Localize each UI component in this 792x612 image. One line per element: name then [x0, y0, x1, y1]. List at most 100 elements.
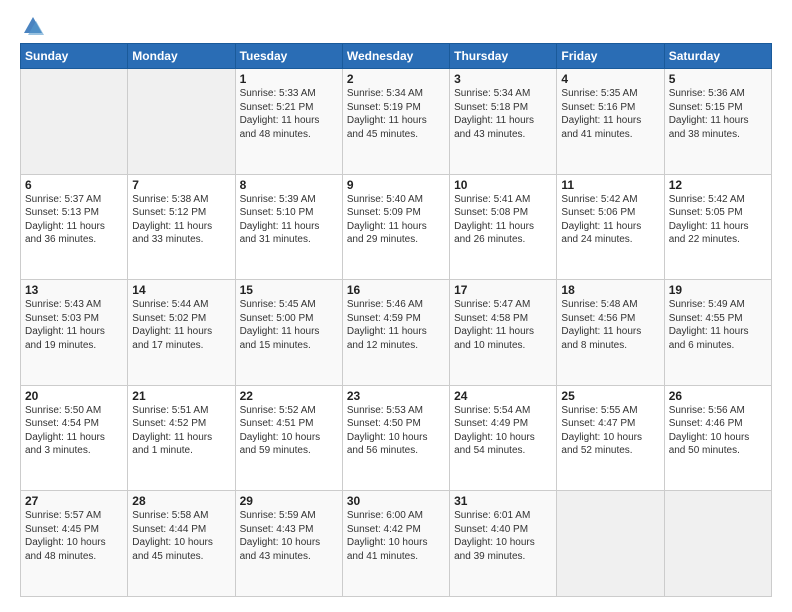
day-content: Sunrise: 5:42 AM Sunset: 5:05 PM Dayligh… [669, 193, 767, 247]
day-content: Sunrise: 5:58 AM Sunset: 4:44 PM Dayligh… [132, 509, 230, 563]
day-number: 10 [454, 178, 552, 192]
day-content: Sunrise: 5:57 AM Sunset: 4:45 PM Dayligh… [25, 509, 123, 563]
day-content: Sunrise: 5:41 AM Sunset: 5:08 PM Dayligh… [454, 193, 552, 247]
calendar-header-row: SundayMondayTuesdayWednesdayThursdayFrid… [21, 44, 772, 69]
calendar-cell [664, 491, 771, 597]
day-number: 27 [25, 494, 123, 508]
calendar-cell: 8Sunrise: 5:39 AM Sunset: 5:10 PM Daylig… [235, 174, 342, 280]
day-content: Sunrise: 5:43 AM Sunset: 5:03 PM Dayligh… [25, 298, 123, 352]
calendar-cell: 22Sunrise: 5:52 AM Sunset: 4:51 PM Dayli… [235, 385, 342, 491]
day-content: Sunrise: 5:36 AM Sunset: 5:15 PM Dayligh… [669, 87, 767, 141]
calendar-cell: 18Sunrise: 5:48 AM Sunset: 4:56 PM Dayli… [557, 280, 664, 386]
day-content: Sunrise: 5:59 AM Sunset: 4:43 PM Dayligh… [240, 509, 338, 563]
week-row-2: 6Sunrise: 5:37 AM Sunset: 5:13 PM Daylig… [21, 174, 772, 280]
day-content: Sunrise: 5:35 AM Sunset: 5:16 PM Dayligh… [561, 87, 659, 141]
day-number: 3 [454, 72, 552, 86]
day-content: Sunrise: 5:56 AM Sunset: 4:46 PM Dayligh… [669, 404, 767, 458]
day-number: 17 [454, 283, 552, 297]
day-number: 16 [347, 283, 445, 297]
header [20, 15, 772, 33]
day-number: 13 [25, 283, 123, 297]
calendar-cell: 14Sunrise: 5:44 AM Sunset: 5:02 PM Dayli… [128, 280, 235, 386]
day-number: 8 [240, 178, 338, 192]
calendar-cell [21, 69, 128, 175]
day-content: Sunrise: 6:00 AM Sunset: 4:42 PM Dayligh… [347, 509, 445, 563]
calendar-cell: 3Sunrise: 5:34 AM Sunset: 5:18 PM Daylig… [450, 69, 557, 175]
day-content: Sunrise: 5:39 AM Sunset: 5:10 PM Dayligh… [240, 193, 338, 247]
day-number: 20 [25, 389, 123, 403]
day-number: 15 [240, 283, 338, 297]
calendar-cell: 20Sunrise: 5:50 AM Sunset: 4:54 PM Dayli… [21, 385, 128, 491]
week-row-4: 20Sunrise: 5:50 AM Sunset: 4:54 PM Dayli… [21, 385, 772, 491]
calendar-cell: 29Sunrise: 5:59 AM Sunset: 4:43 PM Dayli… [235, 491, 342, 597]
day-number: 19 [669, 283, 767, 297]
day-content: Sunrise: 5:37 AM Sunset: 5:13 PM Dayligh… [25, 193, 123, 247]
calendar-cell: 2Sunrise: 5:34 AM Sunset: 5:19 PM Daylig… [342, 69, 449, 175]
day-content: Sunrise: 5:54 AM Sunset: 4:49 PM Dayligh… [454, 404, 552, 458]
day-number: 26 [669, 389, 767, 403]
calendar-cell [128, 69, 235, 175]
day-content: Sunrise: 5:46 AM Sunset: 4:59 PM Dayligh… [347, 298, 445, 352]
day-number: 7 [132, 178, 230, 192]
calendar-cell: 16Sunrise: 5:46 AM Sunset: 4:59 PM Dayli… [342, 280, 449, 386]
day-number: 14 [132, 283, 230, 297]
calendar-cell: 26Sunrise: 5:56 AM Sunset: 4:46 PM Dayli… [664, 385, 771, 491]
day-content: Sunrise: 5:51 AM Sunset: 4:52 PM Dayligh… [132, 404, 230, 458]
day-number: 2 [347, 72, 445, 86]
day-number: 23 [347, 389, 445, 403]
day-number: 5 [669, 72, 767, 86]
day-header-friday: Friday [557, 44, 664, 69]
day-number: 30 [347, 494, 445, 508]
day-content: Sunrise: 5:38 AM Sunset: 5:12 PM Dayligh… [132, 193, 230, 247]
day-header-monday: Monday [128, 44, 235, 69]
calendar-cell: 13Sunrise: 5:43 AM Sunset: 5:03 PM Dayli… [21, 280, 128, 386]
calendar-cell: 10Sunrise: 5:41 AM Sunset: 5:08 PM Dayli… [450, 174, 557, 280]
day-number: 31 [454, 494, 552, 508]
calendar-cell: 28Sunrise: 5:58 AM Sunset: 4:44 PM Dayli… [128, 491, 235, 597]
day-content: Sunrise: 5:42 AM Sunset: 5:06 PM Dayligh… [561, 193, 659, 247]
day-content: Sunrise: 5:50 AM Sunset: 4:54 PM Dayligh… [25, 404, 123, 458]
day-number: 6 [25, 178, 123, 192]
day-number: 1 [240, 72, 338, 86]
calendar-cell: 25Sunrise: 5:55 AM Sunset: 4:47 PM Dayli… [557, 385, 664, 491]
week-row-1: 1Sunrise: 5:33 AM Sunset: 5:21 PM Daylig… [21, 69, 772, 175]
calendar-cell: 7Sunrise: 5:38 AM Sunset: 5:12 PM Daylig… [128, 174, 235, 280]
week-row-5: 27Sunrise: 5:57 AM Sunset: 4:45 PM Dayli… [21, 491, 772, 597]
calendar-cell: 1Sunrise: 5:33 AM Sunset: 5:21 PM Daylig… [235, 69, 342, 175]
day-number: 21 [132, 389, 230, 403]
logo-icon [22, 15, 44, 37]
calendar-cell: 30Sunrise: 6:00 AM Sunset: 4:42 PM Dayli… [342, 491, 449, 597]
day-content: Sunrise: 5:34 AM Sunset: 5:18 PM Dayligh… [454, 87, 552, 141]
calendar-cell: 15Sunrise: 5:45 AM Sunset: 5:00 PM Dayli… [235, 280, 342, 386]
day-number: 25 [561, 389, 659, 403]
day-content: Sunrise: 5:48 AM Sunset: 4:56 PM Dayligh… [561, 298, 659, 352]
day-number: 11 [561, 178, 659, 192]
day-number: 4 [561, 72, 659, 86]
day-number: 12 [669, 178, 767, 192]
calendar-cell [557, 491, 664, 597]
day-number: 24 [454, 389, 552, 403]
day-content: Sunrise: 5:52 AM Sunset: 4:51 PM Dayligh… [240, 404, 338, 458]
day-number: 29 [240, 494, 338, 508]
page: SundayMondayTuesdayWednesdayThursdayFrid… [0, 0, 792, 612]
day-content: Sunrise: 5:55 AM Sunset: 4:47 PM Dayligh… [561, 404, 659, 458]
day-header-tuesday: Tuesday [235, 44, 342, 69]
calendar-cell: 12Sunrise: 5:42 AM Sunset: 5:05 PM Dayli… [664, 174, 771, 280]
calendar-cell: 4Sunrise: 5:35 AM Sunset: 5:16 PM Daylig… [557, 69, 664, 175]
calendar-cell: 5Sunrise: 5:36 AM Sunset: 5:15 PM Daylig… [664, 69, 771, 175]
day-number: 22 [240, 389, 338, 403]
day-header-thursday: Thursday [450, 44, 557, 69]
calendar-cell: 23Sunrise: 5:53 AM Sunset: 4:50 PM Dayli… [342, 385, 449, 491]
day-content: Sunrise: 5:33 AM Sunset: 5:21 PM Dayligh… [240, 87, 338, 141]
day-content: Sunrise: 5:53 AM Sunset: 4:50 PM Dayligh… [347, 404, 445, 458]
calendar-cell: 24Sunrise: 5:54 AM Sunset: 4:49 PM Dayli… [450, 385, 557, 491]
calendar-cell: 6Sunrise: 5:37 AM Sunset: 5:13 PM Daylig… [21, 174, 128, 280]
week-row-3: 13Sunrise: 5:43 AM Sunset: 5:03 PM Dayli… [21, 280, 772, 386]
calendar: SundayMondayTuesdayWednesdayThursdayFrid… [20, 43, 772, 597]
day-number: 9 [347, 178, 445, 192]
calendar-cell: 9Sunrise: 5:40 AM Sunset: 5:09 PM Daylig… [342, 174, 449, 280]
day-content: Sunrise: 5:34 AM Sunset: 5:19 PM Dayligh… [347, 87, 445, 141]
calendar-cell: 27Sunrise: 5:57 AM Sunset: 4:45 PM Dayli… [21, 491, 128, 597]
day-number: 18 [561, 283, 659, 297]
day-header-saturday: Saturday [664, 44, 771, 69]
